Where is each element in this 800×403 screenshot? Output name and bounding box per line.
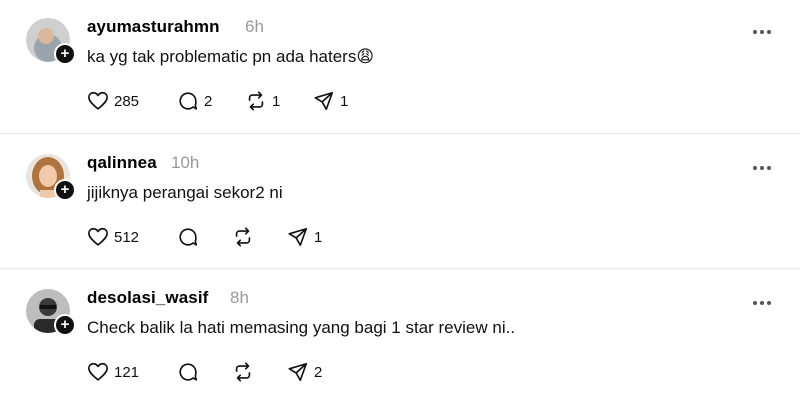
more-icon[interactable] bbox=[752, 293, 772, 305]
post-text: Check balik la hati memasing yang bagi 1… bbox=[87, 318, 516, 337]
like-count: 121 bbox=[114, 363, 140, 381]
share-icon bbox=[287, 226, 309, 248]
share-icon bbox=[287, 361, 309, 383]
post-3[interactable]: + desolasi_wasif 8h Check balik la hati … bbox=[0, 269, 800, 403]
username[interactable]: ayumasturahmn bbox=[87, 17, 220, 37]
post-time: 10h bbox=[171, 153, 200, 172]
repost-button[interactable] bbox=[232, 360, 259, 384]
heart-icon bbox=[87, 226, 109, 248]
share-button[interactable]: 1 bbox=[313, 89, 348, 113]
username[interactable]: qalinnea bbox=[87, 153, 157, 173]
post-1[interactable]: + ayumasturahmn 6h ka yg tak problematic… bbox=[0, 0, 800, 133]
reply-count: 2 bbox=[204, 92, 213, 110]
comment-icon bbox=[177, 361, 199, 383]
post-text: jijiknya perangai sekor2 ni bbox=[87, 183, 283, 202]
more-icon[interactable] bbox=[752, 22, 772, 34]
share-count: 1 bbox=[340, 92, 349, 110]
repost-button[interactable] bbox=[232, 225, 259, 249]
like-button[interactable]: 285 bbox=[87, 89, 139, 113]
like-count: 285 bbox=[114, 92, 140, 110]
username[interactable]: desolasi_wasif bbox=[87, 288, 208, 308]
share-icon bbox=[313, 90, 335, 112]
like-button[interactable]: 512 bbox=[87, 225, 139, 249]
follow-plus-icon[interactable]: + bbox=[54, 314, 76, 336]
post-text: ka yg tak problematic pn ada haters😩 bbox=[87, 47, 375, 66]
comment-icon bbox=[177, 90, 199, 112]
reply-button[interactable] bbox=[177, 360, 204, 384]
post-time: 6h bbox=[245, 17, 264, 36]
share-button[interactable]: 1 bbox=[287, 225, 322, 249]
post-2[interactable]: + qalinnea 10h jijiknya perangai sekor2 … bbox=[0, 134, 800, 268]
share-button[interactable]: 2 bbox=[287, 360, 322, 384]
follow-plus-icon[interactable]: + bbox=[54, 43, 76, 65]
reply-button[interactable] bbox=[177, 225, 204, 249]
repost-icon bbox=[245, 90, 267, 112]
reply-button[interactable]: 2 bbox=[177, 89, 212, 113]
heart-icon bbox=[87, 90, 109, 112]
repost-button[interactable]: 1 bbox=[245, 89, 280, 113]
like-count: 512 bbox=[114, 228, 140, 246]
follow-plus-icon[interactable]: + bbox=[54, 179, 76, 201]
repost-count: 1 bbox=[272, 92, 281, 110]
repost-icon bbox=[232, 361, 254, 383]
share-count: 2 bbox=[314, 363, 323, 381]
share-count: 1 bbox=[314, 228, 323, 246]
repost-icon bbox=[232, 226, 254, 248]
more-icon[interactable] bbox=[752, 158, 772, 170]
like-button[interactable]: 121 bbox=[87, 360, 139, 384]
post-time: 8h bbox=[230, 288, 249, 307]
comment-icon bbox=[177, 226, 199, 248]
heart-icon bbox=[87, 361, 109, 383]
